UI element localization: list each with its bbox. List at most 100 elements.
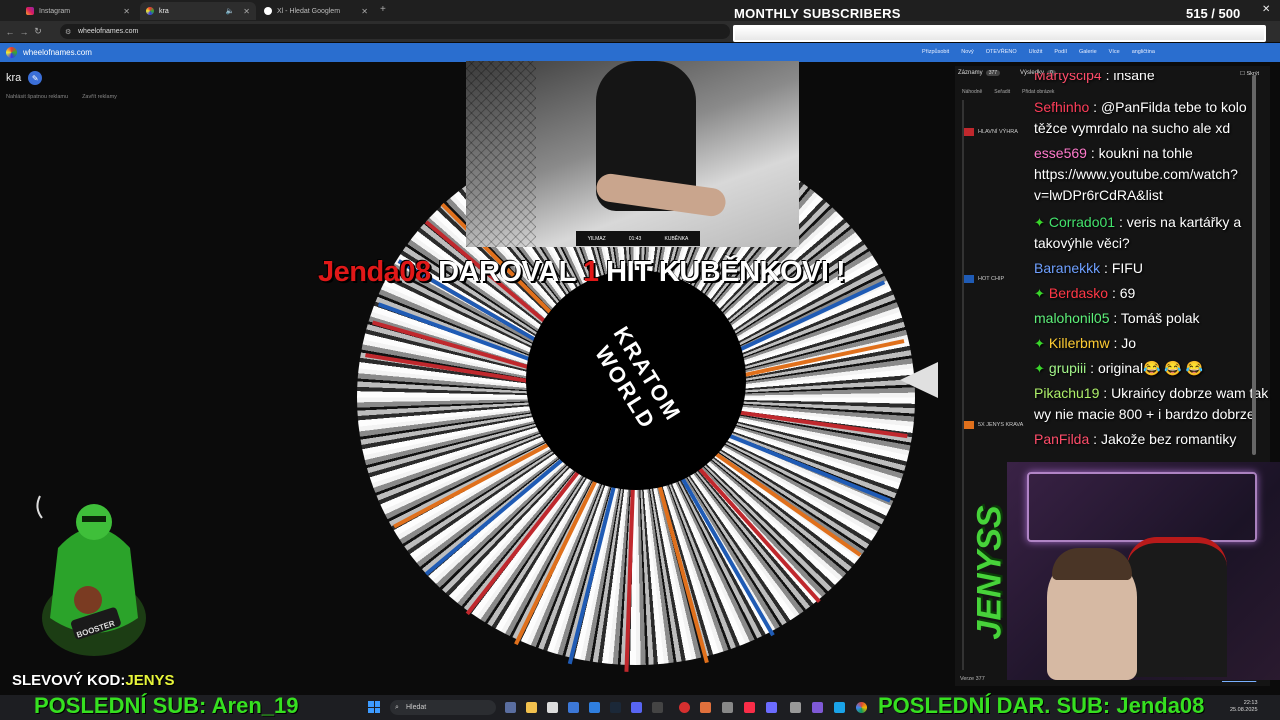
forward-icon[interactable]: → xyxy=(17,27,31,37)
close-ads-link[interactable]: Zavřít reklamy xyxy=(82,94,117,100)
speaker-icon[interactable]: 🔈 xyxy=(226,7,235,15)
google-icon xyxy=(264,7,272,15)
report-ad-link[interactable]: Nahlásit špatnou reklamu xyxy=(6,94,68,100)
menu-customize[interactable]: Přizpůsobit xyxy=(922,49,949,55)
close-icon[interactable]: ✕ xyxy=(243,7,250,16)
chat-text: Tomáš polak xyxy=(1120,310,1200,326)
menu-open[interactable]: OTEVŘENO xyxy=(986,49,1017,55)
discord-icon[interactable] xyxy=(631,702,642,713)
last-sub-banner: POSLEDNÍ SUB: Aren_19 xyxy=(34,693,299,718)
site-name[interactable]: wheelofnames.com xyxy=(23,48,92,57)
taskbar-clock[interactable]: 22:13 25.08.2025 xyxy=(1230,700,1258,714)
alert-donor-name: Jenda08 xyxy=(318,256,431,288)
entry-label: 5X JENYS KRAVA xyxy=(978,422,1024,428)
app-icon[interactable] xyxy=(834,702,845,713)
windows-start-icon[interactable] xyxy=(368,701,380,713)
edge-icon[interactable] xyxy=(589,702,600,713)
chat-text: original😂 😂 😂 xyxy=(1097,360,1204,376)
menu-gallery[interactable]: Galerie xyxy=(1079,49,1097,55)
ad-links: Nahlásit špatnou reklamu Zavřít reklamy xyxy=(6,94,117,100)
entry-item[interactable]: HLAVNÍ VÝHRA xyxy=(964,128,1018,136)
menu-more[interactable]: Více xyxy=(1109,49,1120,55)
url-text: wheelofnames.com xyxy=(78,28,139,35)
chat-message: ✦ Corrado01 : veris na kartářky a takovýh… xyxy=(1034,212,1280,254)
clock-date: 25.08.2025 xyxy=(1230,707,1258,713)
close-icon[interactable]: ✕ xyxy=(123,7,130,16)
music-icon[interactable] xyxy=(744,702,755,713)
chat-separator: : xyxy=(1089,99,1101,115)
app-icon[interactable] xyxy=(700,702,711,713)
subs-progress-bar xyxy=(733,25,1266,42)
subs-widget-count: 515 / 500 xyxy=(1186,6,1241,21)
entry-item[interactable]: HOT CHIP xyxy=(964,275,1004,283)
version-label: Verze 377 xyxy=(960,676,985,682)
chat-separator: : xyxy=(1086,360,1098,376)
chrome-icon[interactable] xyxy=(856,702,867,713)
steam-icon[interactable] xyxy=(610,702,621,713)
taskbar-search-placeholder: Hledat xyxy=(406,704,427,711)
store-icon[interactable] xyxy=(547,702,558,713)
wheel-title-row: kra ✎ xyxy=(6,71,43,85)
search-icon: ⌕ xyxy=(395,703,399,711)
mascot-illustration: BOOSTER xyxy=(36,495,146,656)
app-icon[interactable] xyxy=(766,702,777,713)
panel-scrollbar[interactable] xyxy=(1252,75,1256,455)
chat-separator: : xyxy=(1089,431,1101,447)
coupon-label: SLEVOVÝ KOD: xyxy=(12,672,126,689)
tab-instagram[interactable]: Instagram ✕ xyxy=(20,2,136,20)
tab-title: kra xyxy=(159,7,169,15)
taskview-icon[interactable] xyxy=(505,702,516,713)
gaming-chair xyxy=(1127,537,1227,677)
entry-item[interactable]: 5X JENYS KRAVA xyxy=(964,421,1023,429)
tab-title: Xl - Hledat Googlem xyxy=(277,7,341,15)
tab-entries[interactable]: Záznamy 377 xyxy=(958,70,1001,76)
coupon-banner: SLEVOVÝ KOD:JENYS xyxy=(12,672,175,689)
clock-time: 22:13 xyxy=(1243,700,1258,706)
entry-label: HLAVNÍ VÝHRA xyxy=(978,129,1018,135)
opera-icon[interactable] xyxy=(679,702,690,713)
chat-username: grupiii xyxy=(1048,360,1087,376)
chat-username: esse569 xyxy=(1034,145,1087,161)
back-icon[interactable]: ← xyxy=(3,27,17,37)
wheel-pointer-icon xyxy=(900,362,938,398)
cage-fence xyxy=(466,61,536,247)
tab-google-search[interactable]: Xl - Hledat Googlem ✕ xyxy=(258,2,374,20)
chat-message: ✦ grupiii : original😂 😂 😂 xyxy=(1034,358,1280,379)
chat-message: PanFilda : Jakože bez romantiky xyxy=(1034,429,1280,450)
new-tab-button[interactable]: + xyxy=(380,4,386,15)
chat-separator: : xyxy=(1115,214,1127,230)
chat-message: ✦ Killerbmw : Jo xyxy=(1034,333,1280,354)
chat-message: malohonil05 : Tomáš polak xyxy=(1034,308,1280,329)
tab-label: Záznamy xyxy=(958,70,983,76)
menu-save[interactable]: Uložit xyxy=(1029,49,1043,55)
app-icon[interactable] xyxy=(812,702,823,713)
sort-button[interactable]: Seřadit xyxy=(994,89,1010,95)
menu-new[interactable]: Nový xyxy=(961,49,974,55)
url-input[interactable]: ⚙ wheelofnames.com xyxy=(60,24,730,39)
mail-icon[interactable] xyxy=(568,702,579,713)
chat-separator: : xyxy=(1100,260,1112,276)
menu-share[interactable]: Podíl xyxy=(1054,49,1067,55)
app-icon[interactable] xyxy=(722,702,733,713)
window-close-icon[interactable]: ✕ xyxy=(1262,4,1270,15)
edit-pencil-icon[interactable]: ✎ xyxy=(28,71,43,85)
chat-message: ✦ Berdasko : 69 xyxy=(1034,283,1280,304)
tab-title: Instagram xyxy=(39,7,71,15)
entry-color-swatch xyxy=(964,275,974,283)
chat-username: Berdasko xyxy=(1048,285,1109,301)
close-icon[interactable]: ✕ xyxy=(361,7,368,16)
menu-language[interactable]: angličtina xyxy=(1132,49,1155,55)
chat-separator: : xyxy=(1109,310,1121,326)
reload-icon[interactable]: ↻ xyxy=(31,26,45,37)
last-donation-sub-banner: POSLEDNÍ DAR. SUB: Jenda08 xyxy=(878,693,1205,718)
file-explorer-icon[interactable] xyxy=(526,702,537,713)
chat-username: Killerbmw xyxy=(1048,335,1110,351)
taskbar-search[interactable]: ⌕ Hledat xyxy=(390,700,496,715)
chat-message: Martyscip4 : insane xyxy=(1034,73,1280,86)
tab-kra[interactable]: kra 🔈 ✕ xyxy=(140,2,256,20)
app-icon[interactable] xyxy=(790,702,801,713)
shuffle-button[interactable]: Náhodně xyxy=(962,89,982,95)
site-info-icon[interactable]: ⚙ xyxy=(65,28,71,36)
chat-overlay: Martyscip4 : insane Sefhinho : @PanFilda … xyxy=(1030,73,1280,463)
app-icon[interactable] xyxy=(652,702,663,713)
